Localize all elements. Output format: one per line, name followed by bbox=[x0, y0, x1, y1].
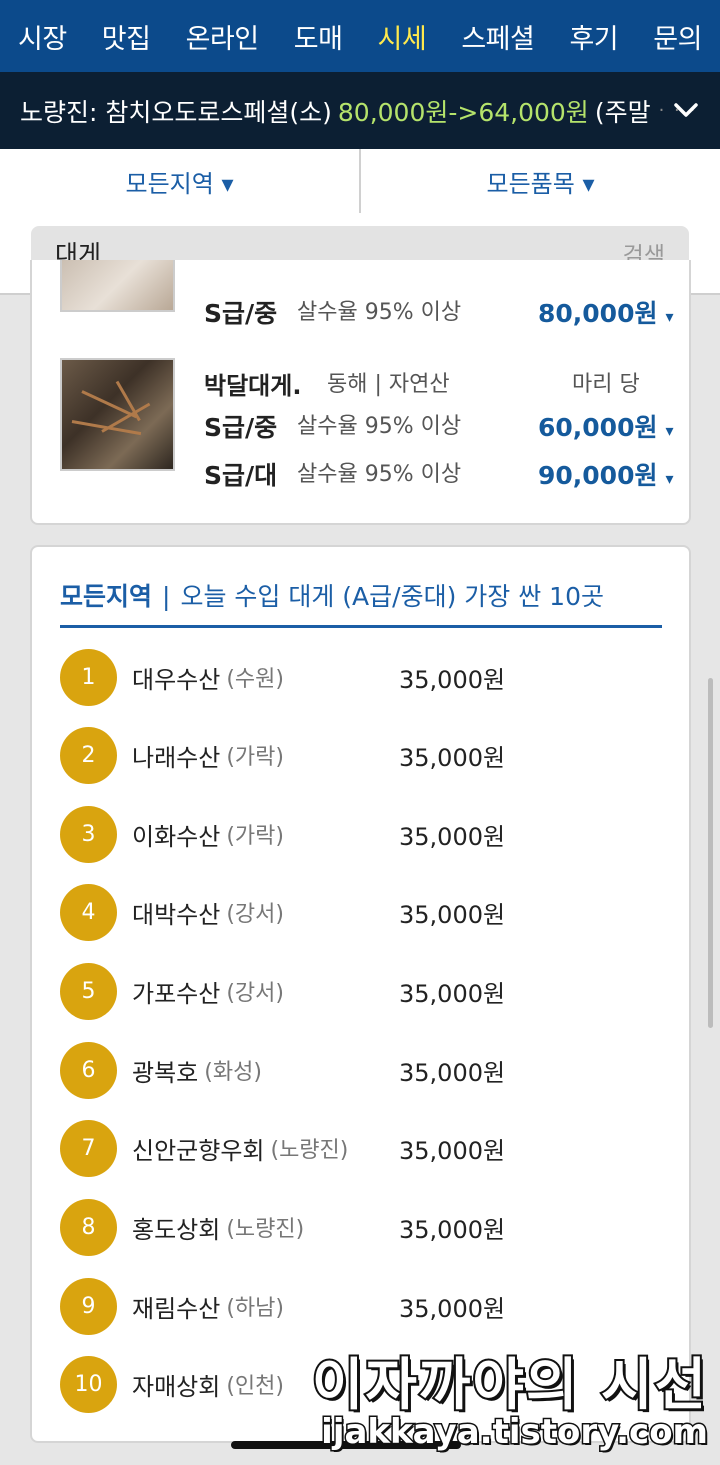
list-item[interactable]: 8 홍도상회 (노량진) 35,000원 bbox=[60, 1198, 660, 1256]
survival-rate: 살수율 95% 이상 bbox=[297, 462, 462, 487]
nav-item-online[interactable]: 온라인 bbox=[186, 17, 260, 56]
shop-price: 35,000원 bbox=[399, 900, 506, 929]
shop-name: 자매상회 bbox=[132, 1372, 221, 1401]
nav-item-market[interactable]: 시장 bbox=[18, 17, 67, 56]
grade-label: S급/중 bbox=[204, 299, 278, 328]
ticker-price: 80,000원->64,000원 bbox=[337, 97, 589, 127]
section-region: 모든지역 bbox=[60, 582, 153, 611]
shop-location: (하남) bbox=[226, 1296, 284, 1321]
price-value: 80,000원 bbox=[538, 299, 658, 328]
region-filter[interactable]: 모든지역 ▾ bbox=[0, 149, 359, 213]
unit-label: 마리 당 bbox=[572, 372, 640, 397]
shop-location: (화성) bbox=[204, 1060, 262, 1085]
shop-location: (강서) bbox=[226, 902, 284, 927]
shop-location: (가락) bbox=[226, 824, 284, 849]
ticker-note: (주말 bbox=[594, 97, 651, 127]
grade-label: S급/대 bbox=[204, 461, 278, 490]
list-item[interactable]: 2 나래수산 (가락) 35,000원 bbox=[60, 726, 660, 784]
grade-label: S급/중 bbox=[204, 413, 278, 442]
shop-name: 가포수산 bbox=[132, 979, 221, 1008]
top-nav: 시장 맛집 온라인 도매 시세 스페셜 후기 문의 bbox=[0, 0, 720, 72]
shop-price: 35,000원 bbox=[399, 1294, 506, 1323]
rank-badge: 8 bbox=[60, 1198, 117, 1256]
rank-badge: 5 bbox=[60, 962, 117, 1020]
shop-price: 35,000원 bbox=[399, 1058, 506, 1087]
shop-price: 35,000원 bbox=[399, 1215, 506, 1244]
shop-location: (가락) bbox=[226, 745, 284, 770]
product-image-snow-crab[interactable] bbox=[60, 358, 175, 471]
list-item[interactable]: 3 이화수산 (가락) 35,000원 bbox=[60, 805, 660, 863]
shop-name: 대박수산 bbox=[132, 900, 221, 929]
rank-badge: 9 bbox=[60, 1277, 117, 1335]
nav-item-restaurants[interactable]: 맛집 bbox=[102, 17, 151, 56]
list-item[interactable]: 9 재림수산 (하남) 35,000원 bbox=[60, 1277, 660, 1335]
shop-price: 35,000원 bbox=[399, 979, 506, 1008]
shop-name: 홍도상회 bbox=[132, 1215, 221, 1244]
rank-badge: 3 bbox=[60, 805, 117, 863]
watermark-url: ijakkaya.tistory.com bbox=[320, 1411, 710, 1454]
price-dropdown[interactable]: 60,000원 ▾ bbox=[538, 408, 674, 444]
shop-name: 나래수산 bbox=[132, 743, 221, 772]
watermark-title: 이자까야의 시선 bbox=[310, 1351, 708, 1420]
shop-price: 35,000원 bbox=[399, 1136, 506, 1165]
dropdown-caret-icon: ▾ bbox=[665, 307, 674, 326]
shop-name: 광복호 bbox=[132, 1058, 199, 1087]
scrollbar[interactable] bbox=[708, 678, 713, 1028]
list-item[interactable]: 4 대박수산 (강서) 35,000원 bbox=[60, 883, 660, 941]
chevron-down-icon[interactable] bbox=[670, 94, 702, 126]
section-title: 모든지역 | 오늘 수입 대게 (A급/중대) 가장 싼 10곳 bbox=[60, 577, 662, 628]
rank-badge: 10 bbox=[60, 1355, 117, 1413]
region-filter-label: 모든지역 ▾ bbox=[125, 169, 234, 198]
price-value: 60,000원 bbox=[538, 413, 658, 442]
shop-name: 재림수산 bbox=[132, 1294, 221, 1323]
shop-location: (노량진) bbox=[226, 1217, 305, 1242]
shop-price: 35,000원 bbox=[399, 665, 506, 694]
nav-item-inquiry[interactable]: 문의 bbox=[653, 17, 702, 56]
rank-badge: 2 bbox=[60, 726, 117, 784]
price-value: 90,000원 bbox=[538, 461, 658, 490]
dropdown-caret-icon: ▾ bbox=[665, 469, 674, 488]
cheapest-shops-card: 모든지역 | 오늘 수입 대게 (A급/중대) 가장 싼 10곳 1 대우수산 (수… bbox=[30, 545, 691, 1443]
ticker-label: 노량진: 참치오도로스페셜(소) bbox=[20, 97, 332, 127]
rank-badge: 6 bbox=[60, 1041, 117, 1099]
section-title-text: 오늘 수입 대게 (A급/중대) 가장 싼 10곳 bbox=[180, 582, 604, 611]
rank-badge: 1 bbox=[60, 648, 117, 706]
nav-item-wholesale[interactable]: 도매 bbox=[294, 17, 343, 56]
category-filter-label: 모든품목 ▾ bbox=[486, 169, 595, 198]
nav-item-reviews[interactable]: 후기 bbox=[569, 17, 618, 56]
product-name: 박달대게. bbox=[204, 372, 302, 400]
shop-location: (수원) bbox=[226, 667, 284, 692]
survival-rate: 살수율 95% 이상 bbox=[297, 414, 462, 439]
rank-badge: 4 bbox=[60, 883, 117, 941]
shop-name: 신안군향우회 bbox=[132, 1136, 265, 1165]
price-ticker[interactable]: 노량진: 참치오도로스페셜(소) 80,000원->64,000원 (주말 · … bbox=[0, 72, 720, 149]
price-dropdown[interactable]: 90,000원 ▾ bbox=[538, 456, 674, 492]
product-image[interactable] bbox=[60, 260, 175, 312]
shop-price: 35,000원 bbox=[399, 743, 506, 772]
watermark: 이자까야의 시선 ijakkaya.tistory.com bbox=[310, 1340, 716, 1460]
rank-badge: 7 bbox=[60, 1119, 117, 1177]
list-item[interactable]: 5 가포수산 (강서) 35,000원 bbox=[60, 962, 660, 1020]
shop-location: (인천) bbox=[226, 1374, 284, 1399]
list-item[interactable]: 1 대우수산 (수원) 35,000원 bbox=[60, 648, 660, 706]
filter-bar: 모든지역 ▾ 모든품목 ▾ bbox=[0, 149, 720, 215]
shop-location: (노량진) bbox=[270, 1138, 349, 1163]
list-item[interactable]: 6 광복호 (화성) 35,000원 bbox=[60, 1041, 660, 1099]
survival-rate: 살수율 95% 이상 bbox=[297, 300, 462, 325]
shop-name: 대우수산 bbox=[132, 665, 221, 694]
nav-item-special[interactable]: 스페셜 bbox=[461, 17, 535, 56]
price-listing-card: S급/중 살수율 95% 이상 80,000원 ▾ 박달대게. 동해 | 자연산 … bbox=[30, 260, 691, 525]
list-item[interactable]: 7 신안군향우회 (노량진) 35,000원 bbox=[60, 1119, 660, 1177]
product-origin: 동해 | 자연산 bbox=[327, 372, 450, 397]
dropdown-caret-icon: ▾ bbox=[665, 421, 674, 440]
nav-item-prices[interactable]: 시세 bbox=[378, 17, 427, 56]
section-separator: | bbox=[162, 582, 171, 611]
shop-location: (강서) bbox=[226, 981, 284, 1006]
shop-name: 이화수산 bbox=[132, 822, 221, 851]
category-filter[interactable]: 모든품목 ▾ bbox=[359, 149, 720, 213]
shop-price: 35,000원 bbox=[399, 822, 506, 851]
price-dropdown[interactable]: 80,000원 ▾ bbox=[538, 294, 674, 330]
